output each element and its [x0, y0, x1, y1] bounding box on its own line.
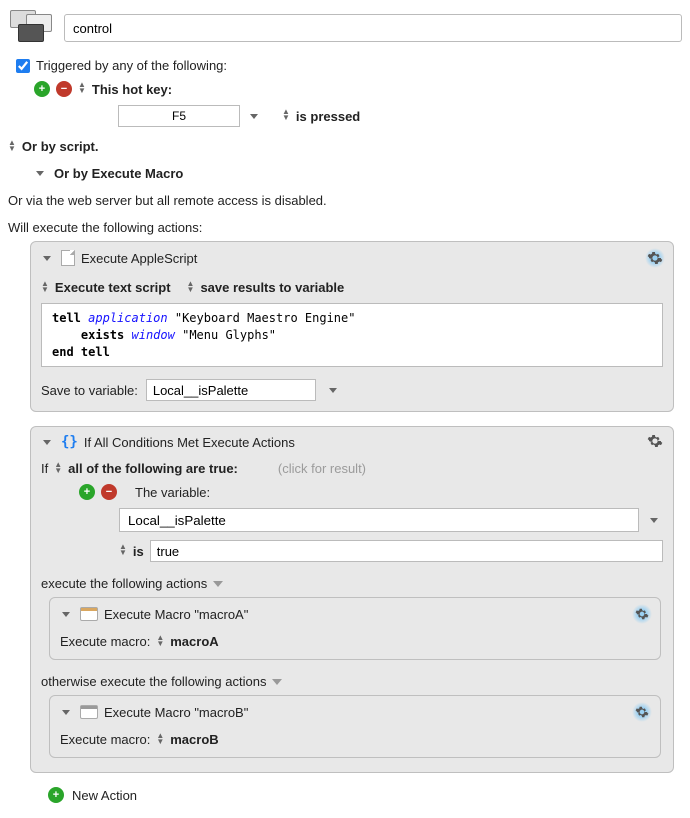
- action-title: Execute AppleScript: [81, 251, 639, 266]
- execute-text-script-label: Execute text script: [55, 280, 171, 295]
- macro-picker-stepper[interactable]: ▲▼: [156, 734, 164, 746]
- macro-picker-stepper[interactable]: ▲▼: [156, 636, 164, 648]
- collapse-icon[interactable]: [43, 256, 51, 261]
- is-label: is: [133, 544, 144, 559]
- or-execute-dropdown-icon[interactable]: [36, 171, 44, 176]
- execute-following-label: execute the following actions: [41, 576, 207, 591]
- macro-name: macroA: [170, 634, 218, 649]
- all-following-true-label: all of the following are true:: [68, 461, 238, 476]
- macro-name-field[interactable]: [64, 14, 682, 42]
- gear-menu-active-icon[interactable]: [632, 702, 652, 722]
- expand-icon[interactable]: [213, 581, 223, 587]
- or-script-stepper[interactable]: ▲▼: [8, 141, 16, 153]
- add-trigger-button[interactable]: +: [34, 81, 50, 97]
- click-for-result-hint[interactable]: (click for result): [278, 461, 366, 476]
- add-condition-button[interactable]: +: [79, 484, 95, 500]
- gear-menu-icon[interactable]: [647, 433, 665, 451]
- hot-key-field[interactable]: [118, 105, 240, 127]
- expand-icon[interactable]: [272, 679, 282, 685]
- collapse-icon[interactable]: [62, 612, 70, 617]
- the-variable-label: The variable:: [135, 485, 210, 500]
- comparison-stepper[interactable]: ▲▼: [119, 545, 127, 557]
- or-via-web-label: Or via the web server but all remote acc…: [8, 193, 327, 208]
- action-if-conditions[interactable]: {} If All Conditions Met Execute Actions…: [30, 426, 674, 773]
- variable-dropdown-icon[interactable]: [645, 518, 663, 523]
- action-execute-macro-b[interactable]: Execute Macro "macroB" Execute macro: ▲▼…: [49, 695, 661, 758]
- condition-value-field[interactable]: [150, 540, 663, 562]
- match-mode-stepper[interactable]: ▲▼: [54, 463, 62, 475]
- triggered-by-label: Triggered by any of the following:: [36, 58, 227, 73]
- action-title: If All Conditions Met Execute Actions: [84, 435, 641, 450]
- is-pressed-label: is pressed: [296, 109, 360, 124]
- save-results-label: save results to variable: [200, 280, 344, 295]
- trigger-type-stepper[interactable]: ▲▼: [78, 83, 86, 95]
- macro-icon: [80, 607, 98, 621]
- triggered-checkbox[interactable]: [16, 59, 30, 73]
- action-execute-applescript[interactable]: Execute AppleScript ▲▼ Execute text scri…: [30, 241, 674, 412]
- execute-macro-label: Execute macro:: [60, 732, 150, 747]
- if-label: If: [41, 461, 48, 476]
- hot-key-dropdown-icon[interactable]: [250, 114, 258, 119]
- gear-menu-active-icon[interactable]: [632, 604, 652, 624]
- macro-group-icon: [8, 8, 56, 48]
- new-action-label: New Action: [72, 788, 137, 803]
- condition-variable-field[interactable]: [119, 508, 639, 532]
- applescript-file-icon: [61, 250, 75, 266]
- will-execute-label: Will execute the following actions:: [8, 220, 682, 235]
- save-variable-field[interactable]: [146, 379, 316, 401]
- variable-dropdown-icon[interactable]: [324, 388, 342, 393]
- gear-menu-active-icon[interactable]: [645, 248, 665, 268]
- new-action-button[interactable]: +: [48, 787, 64, 803]
- collapse-icon[interactable]: [43, 440, 51, 445]
- remove-trigger-button[interactable]: −: [56, 81, 72, 97]
- braces-icon: {}: [61, 434, 78, 450]
- key-event-stepper[interactable]: ▲▼: [282, 110, 290, 122]
- action-title: Execute Macro "macroB": [104, 705, 626, 720]
- script-text-area[interactable]: tell application "Keyboard Maestro Engin…: [41, 303, 663, 367]
- save-to-variable-label: Save to variable:: [41, 383, 138, 398]
- execute-macro-label: Execute macro:: [60, 634, 150, 649]
- or-by-script-label: Or by script.: [22, 139, 99, 154]
- action-execute-macro-a[interactable]: Execute Macro "macroA" Execute macro: ▲▼…: [49, 597, 661, 660]
- this-hot-key-label: This hot key:: [92, 82, 172, 97]
- otherwise-label: otherwise execute the following actions: [41, 674, 266, 689]
- collapse-icon[interactable]: [62, 710, 70, 715]
- save-results-stepper[interactable]: ▲▼: [187, 282, 195, 294]
- or-by-execute-macro-label: Or by Execute Macro: [54, 166, 183, 181]
- action-title: Execute Macro "macroA": [104, 607, 626, 622]
- remove-condition-button[interactable]: −: [101, 484, 117, 500]
- macro-icon: [80, 705, 98, 719]
- script-type-stepper[interactable]: ▲▼: [41, 282, 49, 294]
- macro-name: macroB: [170, 732, 218, 747]
